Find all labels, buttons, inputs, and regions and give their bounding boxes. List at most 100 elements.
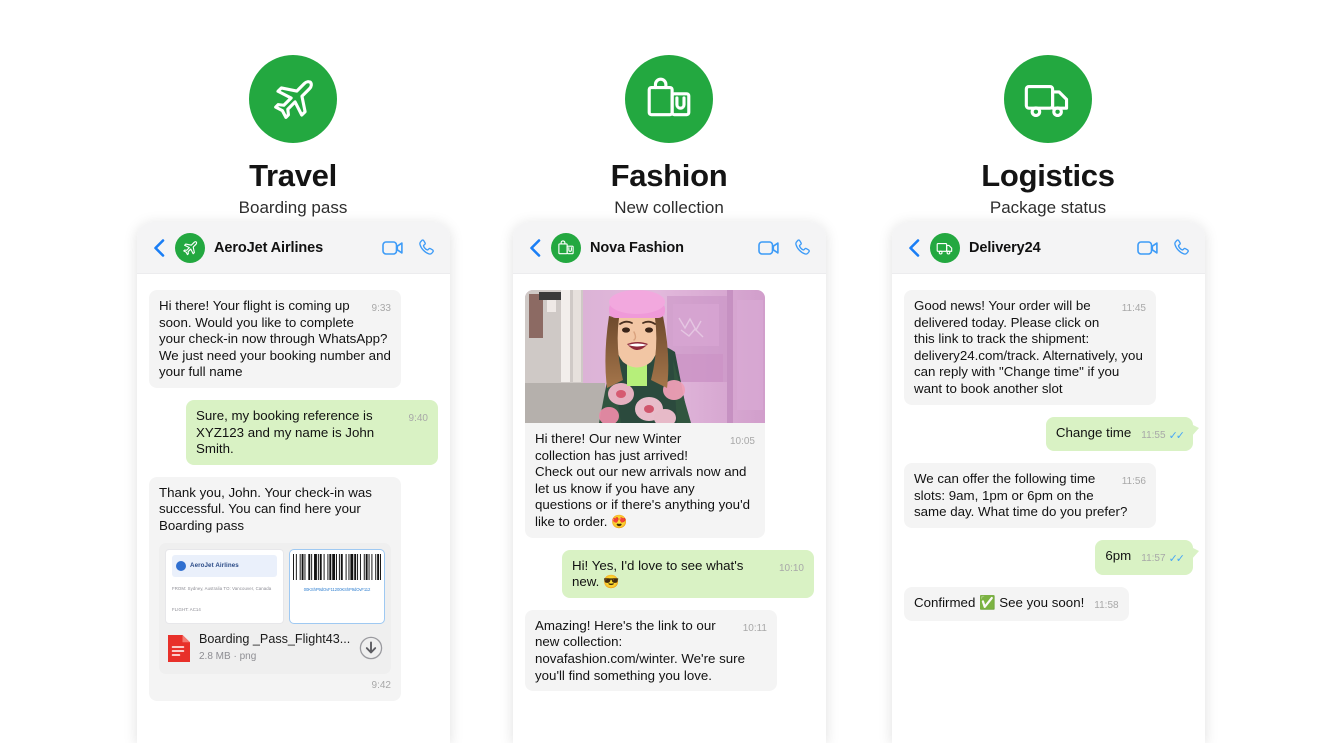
message-text: Change time: [1055, 424, 1132, 440]
incoming-message-bubble: 11:45 Good news! Your order will be deliv…: [904, 290, 1156, 405]
category-subtitle: Package status: [989, 198, 1107, 218]
message-row: 11:57 ✓✓ 6pm: [904, 539, 1199, 575]
barcode-text: 00KShP9dOvF11200KShP9dOvF112: [303, 586, 371, 592]
incoming-message-bubble: 11:58 Confirmed ✅ See you soon!: [904, 586, 1129, 622]
message-row: 9:40 Sure, my booking reference is XYZ123…: [149, 399, 438, 465]
category-subtitle: New collection: [614, 198, 724, 218]
back-chevron-icon[interactable]: [906, 238, 921, 258]
file-name: Boarding _Pass_Flight43...: [199, 632, 351, 647]
message-text: Hi there! Your flight is coming up soon.…: [159, 298, 395, 380]
category-column-travel: Travel Boarding pass AeroJet Airlines 9:…: [83, 0, 503, 743]
incoming-message-bubble: 11:56 We can offer the following time slo…: [904, 463, 1156, 528]
message-row: 11:45 Good news! Your order will be deliv…: [904, 290, 1193, 405]
chat-header: AeroJet Airlines: [137, 222, 450, 274]
outgoing-message-bubble: 9:40 Sure, my booking reference is XYZ123…: [186, 399, 438, 465]
outgoing-message-bubble: 11:55 ✓✓ Change time: [1045, 416, 1200, 452]
message-meta: 11:57 ✓✓: [1141, 551, 1186, 568]
chat-phone-card: Delivery24 11:45 Good news! Your order wi…: [892, 222, 1205, 743]
pass-barcode: 00KShP9dOvF11200KShP9dOvF112: [289, 548, 385, 625]
category-title: Logistics: [981, 158, 1115, 193]
photo-message-bubble[interactable]: 10:05 Hi there! Our new Winter collection…: [525, 290, 765, 538]
message-row: 11:58 Confirmed ✅ See you soon!: [904, 586, 1193, 622]
pass-details: AeroJet Airlines FROM: Sydney, Australia…: [165, 548, 284, 625]
boarding-pass-attachment[interactable]: AeroJet Airlines FROM: Sydney, Australia…: [159, 542, 391, 674]
message-meta: 11:58: [1094, 598, 1118, 615]
outgoing-message-bubble: 11:57 ✓✓ 6pm: [1095, 539, 1199, 575]
message-time: 11:57: [1141, 552, 1166, 564]
file-size: 2.8 MB · png: [199, 650, 257, 662]
boarding-pass-preview[interactable]: AeroJet Airlines FROM: Sydney, Australia…: [165, 548, 385, 625]
chat-message-list[interactable]: 11:45 Good news! Your order will be deliv…: [892, 274, 1205, 743]
woman-in-pink-beanie-photo[interactable]: [525, 290, 765, 423]
pass-brand-row: AeroJet Airlines: [172, 554, 277, 578]
message-text: Good news! Your order will be delivered …: [914, 298, 1147, 396]
category-header: Logistics Package status: [838, 55, 1258, 218]
message-time: 11:58: [1094, 599, 1119, 611]
message-text: Hi! Yes, I'd love to see what's new.: [572, 557, 748, 590]
message-text: Confirmed ✅ See you soon!: [914, 594, 1085, 610]
back-chevron-icon[interactable]: [151, 238, 166, 258]
emoji: 😎: [603, 574, 620, 590]
airplane-icon: [249, 55, 337, 143]
outgoing-message-bubble: 10:10 Hi! Yes, I'd love to see what's new…: [562, 549, 814, 598]
contact-name[interactable]: AeroJet Airlines: [214, 240, 369, 256]
category-column-logistics: Logistics Package status Delivery24 11:4…: [838, 0, 1258, 743]
message-text: 6pm: [1105, 547, 1132, 563]
contact-avatar[interactable]: [930, 232, 960, 263]
message-text: We can offer the following time slots: 9…: [914, 471, 1128, 520]
shopping-bag-icon: [625, 55, 713, 143]
video-call-icon[interactable]: [758, 240, 780, 256]
contact-name[interactable]: Nova Fashion: [590, 240, 745, 256]
back-chevron-icon[interactable]: [527, 238, 542, 258]
category-header: Travel Boarding pass: [83, 55, 503, 218]
video-call-icon[interactable]: [1137, 240, 1159, 256]
chat-message-list[interactable]: 9:33 Hi there! Your flight is coming up s…: [137, 274, 450, 743]
message-text: Sure, my booking reference is XYZ123 and…: [196, 407, 378, 457]
message-time: 11:45: [1121, 303, 1146, 314]
message-text: 10:05 Hi there! Our new Winter collection…: [535, 431, 755, 529]
chat-header: Delivery24: [892, 222, 1205, 274]
message-time: 9:40: [408, 412, 428, 424]
message-time: 11:56: [1121, 476, 1146, 488]
message-meta: 10:05: [730, 434, 755, 451]
chat-header: Nova Fashion: [513, 222, 826, 274]
chat-phone-card: Nova Fashion 10:05 Hi there! Our new Win…: [513, 222, 826, 743]
message-time: 11:55: [1141, 429, 1166, 441]
contact-avatar[interactable]: [175, 232, 205, 263]
category-header: Fashion New collection: [459, 55, 879, 218]
message-meta: 10:10: [779, 561, 804, 578]
airline-logo-icon: [176, 560, 186, 571]
message-meta: 11:45: [1122, 301, 1146, 318]
incoming-message-bubble: 10:11 Amazing! Here's the link to our new…: [525, 609, 777, 692]
emoji: 😍: [611, 513, 628, 529]
message-row: 10:11 Amazing! Here's the link to our new…: [525, 609, 814, 692]
message-meta: 11:56: [1122, 474, 1146, 491]
message-row: 11:56 We can offer the following time slo…: [904, 463, 1193, 528]
contact-avatar[interactable]: [551, 232, 581, 263]
category-column-fashion: Fashion New collection Nova Fashion 10:0…: [459, 0, 879, 743]
message-row: Thank you, John. Your check-in was succe…: [149, 476, 438, 702]
read-ticks: ✓✓: [1168, 552, 1186, 565]
file-row[interactable]: Boarding _Pass_Flight43... 2.8 MB · png: [165, 631, 385, 667]
video-call-icon[interactable]: [382, 240, 404, 256]
phone-call-icon[interactable]: [793, 238, 812, 257]
phone-call-icon[interactable]: [417, 238, 436, 257]
download-icon[interactable]: [359, 636, 383, 660]
phone-call-icon[interactable]: [1172, 238, 1191, 257]
attachment-message-bubble: Thank you, John. Your check-in was succe…: [149, 476, 401, 702]
message-meta: 11:55 ✓✓: [1141, 428, 1185, 445]
message-row: 10:10 Hi! Yes, I'd love to see what's new…: [525, 549, 814, 598]
contact-name[interactable]: Delivery24: [969, 240, 1124, 256]
delivery-truck-icon: [1004, 55, 1092, 143]
message-row: 11:55 ✓✓ Change time: [904, 416, 1200, 452]
message-text: Amazing! Here's the link to our new coll…: [535, 617, 749, 683]
message-text: Thank you, John. Your check-in was succe…: [159, 484, 376, 533]
message-time: 10:05: [729, 436, 755, 447]
document-icon: [167, 634, 191, 663]
category-subtitle: Boarding pass: [238, 198, 348, 218]
message-row: 10:05 Hi there! Our new Winter collection…: [525, 290, 814, 538]
pass-brand-name: AeroJet Airlines: [190, 561, 239, 569]
screenshot-root: Travel Boarding pass AeroJet Airlines 9:…: [0, 0, 1320, 743]
chat-message-list[interactable]: 10:05 Hi there! Our new Winter collection…: [513, 274, 826, 743]
message-time: 9:33: [371, 303, 391, 314]
